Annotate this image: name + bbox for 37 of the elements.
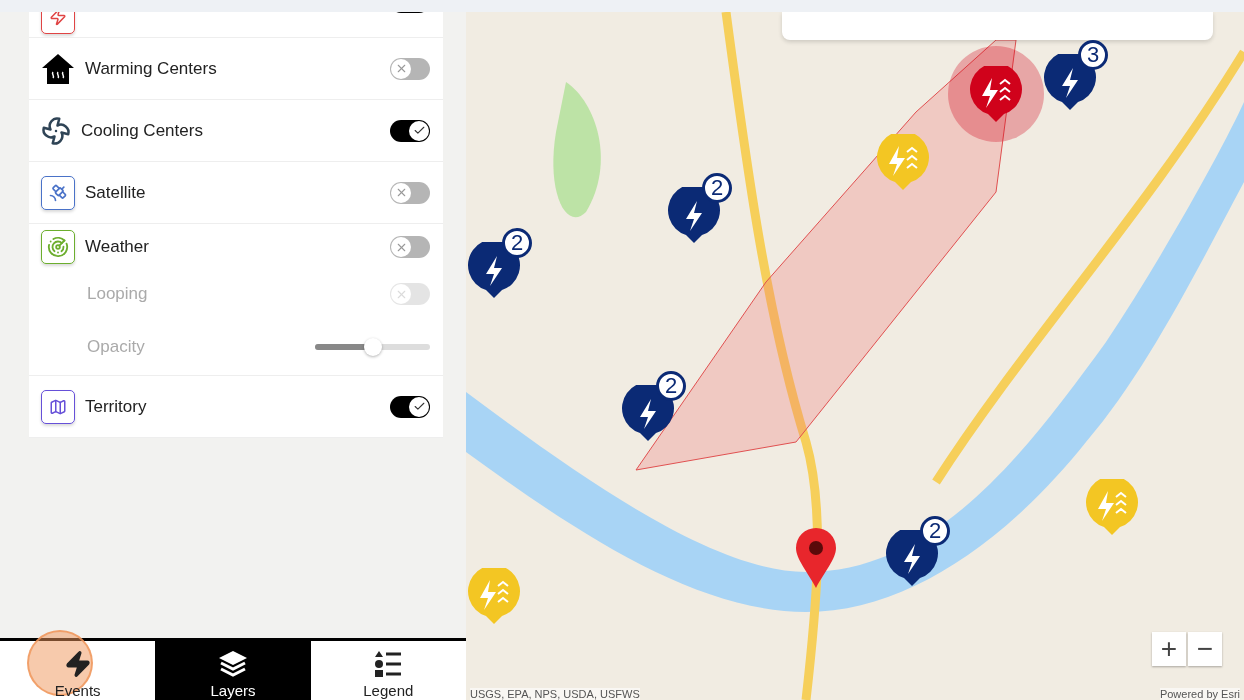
check-icon [412,124,426,137]
layer-label: Weather [85,237,150,257]
location-pin[interactable] [795,527,837,589]
toggle-switch[interactable] [390,236,430,258]
layers-icon [218,650,248,678]
nav-tab[interactable]: Layers [155,641,311,700]
layer-label: Cooling Centers [81,120,204,141]
satellite-icon [41,175,75,210]
count-badge: 2 [656,371,686,401]
zoom-out-button[interactable]: − [1188,632,1222,666]
legend-icon [374,650,403,678]
esri-credit: Powered by Esri [1159,688,1240,700]
map-attribution: USGS, EPA, NPS, USDA, USFWS [470,688,640,700]
layer-label: Satellite [85,182,147,203]
toggle-switch[interactable] [390,57,430,80]
toggle-switch[interactable] [390,395,430,418]
house-icon [41,51,75,86]
check-icon [412,400,426,413]
count-badge: 2 [702,173,732,203]
count-badge: 3 [1078,40,1108,70]
bolt-icon [63,650,92,678]
count-badge: 2 [920,516,950,546]
map[interactable]: 2 2 2 2 3 + − USGS, EPA, NPS, USDA, USFWS Powered by Esri [466,12,1244,700]
fan-icon [41,115,71,146]
map-icon [41,389,75,424]
radar-icon [41,230,75,264]
territory-area[interactable] [635,39,1017,471]
opacity-slider[interactable] [315,336,430,357]
toggle-switch[interactable] [390,181,430,204]
option-label: Looping [86,284,149,304]
toggle-switch[interactable] [390,119,430,142]
zoom-in-button[interactable]: + [1152,632,1186,666]
layer-label: Warming Centers [85,58,218,79]
nav-tab[interactable]: Legend [310,641,466,700]
option-label: Opacity [86,336,146,357]
count-badge: 2 [502,228,532,258]
layer-label: Territory [85,396,148,417]
